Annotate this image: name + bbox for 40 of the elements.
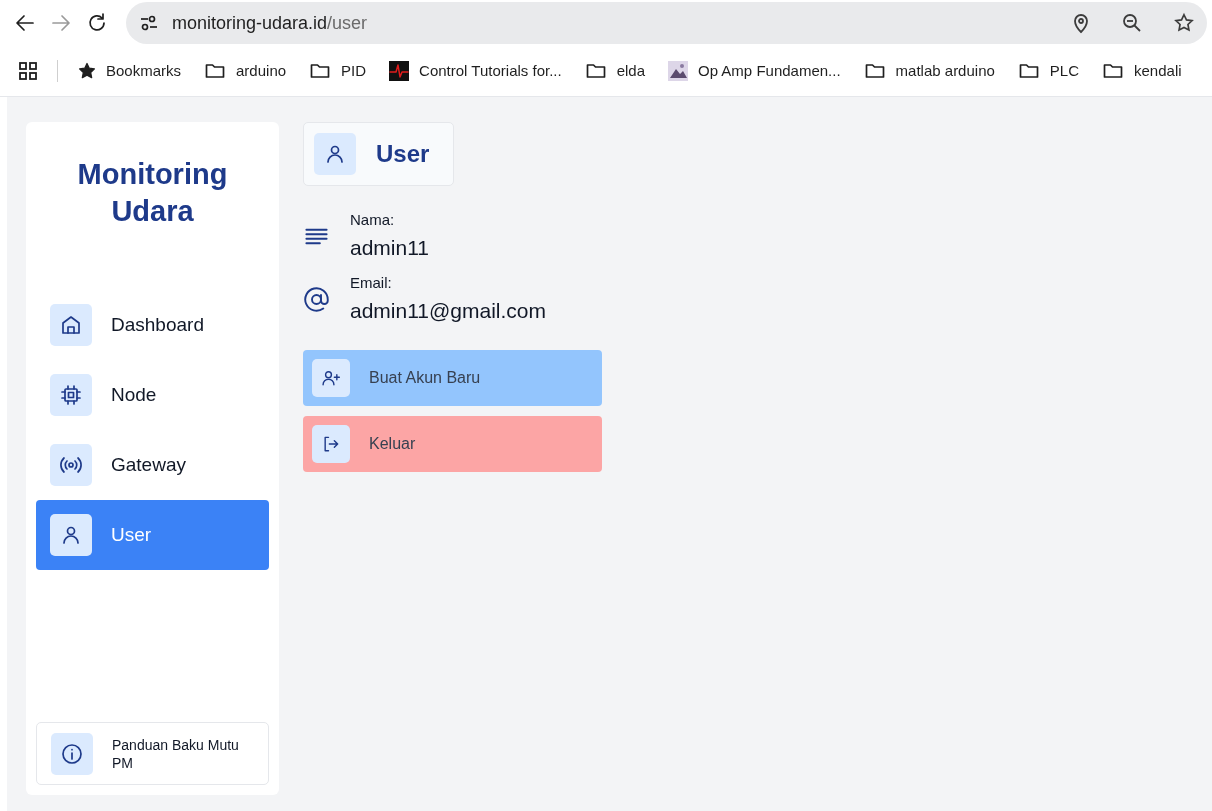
logout-icon [321,434,341,454]
bookmark-link[interactable]: matlab arduino [895,59,995,83]
photo-favicon-icon [668,61,688,81]
bookmark-link[interactable]: arduino [236,59,287,83]
location-pin-icon[interactable] [1071,12,1091,34]
forward-arrow-icon[interactable] [50,12,72,34]
home-icon [59,313,83,337]
app-title: Monitoring Udara [76,157,229,229]
bookmark-link[interactable]: kendali [1134,59,1182,83]
field-value: admin11@gmail.com [350,298,546,324]
sidebar-item[interactable]: Dashboard [36,290,269,360]
create-account-button[interactable]: Buat Akun Baru [303,350,602,406]
reload-icon[interactable] [86,12,108,34]
waveform-favicon-icon [389,61,410,81]
bookmark-link[interactable]: Op Amp Fundamen... [698,59,841,83]
sidebar-item[interactable]: Gateway [36,430,269,500]
back-arrow-icon[interactable] [14,12,36,34]
star-icon [78,62,96,80]
bookmark-link[interactable]: PLC [1049,59,1079,83]
bookmark-link[interactable]: Control Tutorials for... [419,59,562,83]
url-text: monitoring-udara.id/user [172,11,369,35]
guide-link-card[interactable]: Panduan Baku Mutu PM [36,722,269,785]
zoom-out-icon[interactable] [1121,12,1143,34]
sidebar-item[interactable]: Node [36,360,269,430]
address-bar[interactable]: monitoring-udara.id/user [126,2,1207,44]
field-value: admin11 [350,235,429,261]
bookmark-link[interactable]: Bookmarks [106,59,182,83]
apps-grid-icon[interactable] [18,61,38,81]
page-title: User [376,139,430,169]
field-label: Nama: [350,210,396,230]
chip-icon [59,383,83,407]
sidebar-item[interactable]: User [36,500,269,570]
add-user-icon [321,368,341,388]
at-sign-icon [303,286,330,313]
info-icon [60,741,84,766]
bookmark-link[interactable]: elda [616,59,645,83]
logout-button[interactable]: Keluar [303,416,602,472]
star-icon[interactable] [1173,12,1195,34]
field-label: Email: [350,273,393,293]
bookmark-link[interactable]: PID [341,59,367,83]
